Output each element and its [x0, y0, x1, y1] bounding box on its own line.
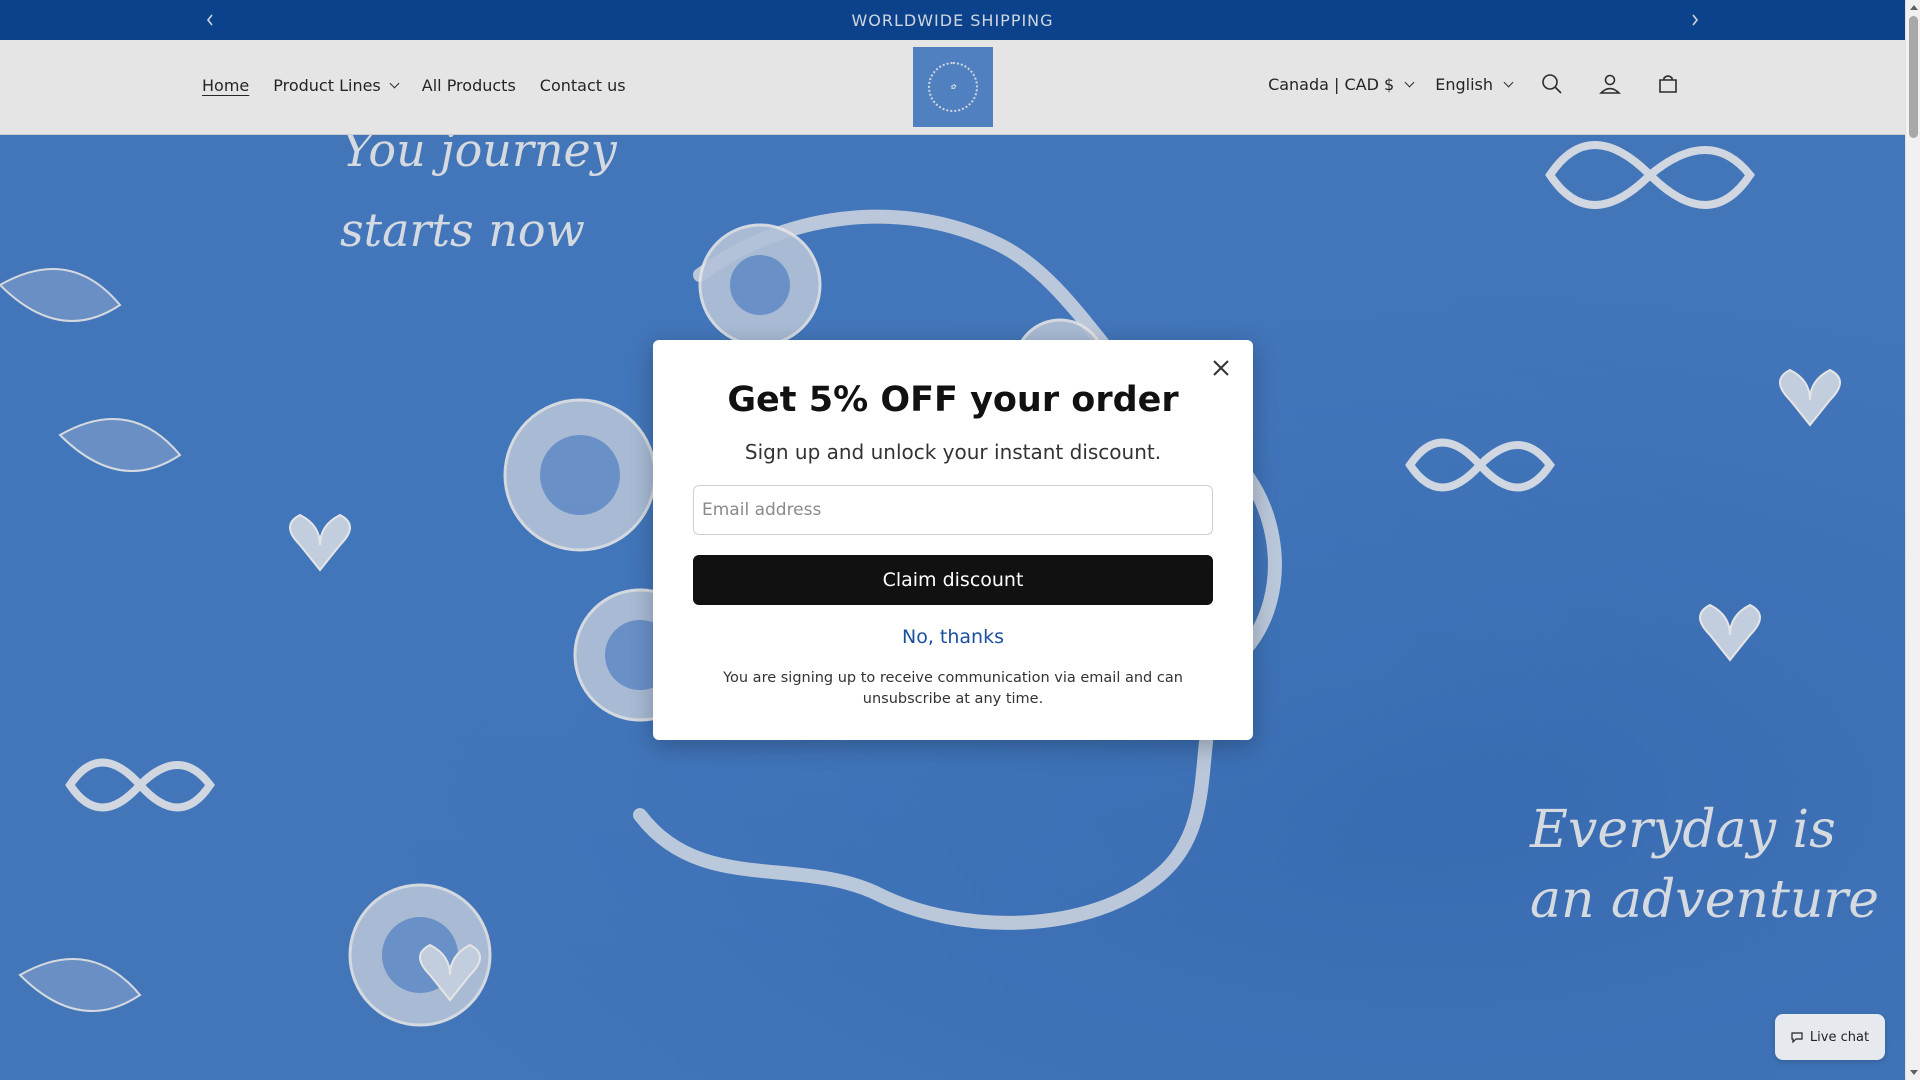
close-popup-button[interactable]: [1207, 354, 1235, 382]
chat-bubble-icon: [1791, 1032, 1803, 1043]
scrollbar-thumb[interactable]: [1909, 16, 1918, 138]
popup-title: Get 5% OFF your order: [727, 380, 1179, 420]
popup-legal-text: You are signing up to receive communicat…: [723, 670, 1183, 707]
scroll-up-arrow-icon[interactable]: [1910, 5, 1918, 10]
claim-discount-button[interactable]: Claim discount: [693, 555, 1213, 605]
email-field[interactable]: [693, 485, 1213, 535]
scroll-down-arrow-icon[interactable]: [1910, 1070, 1918, 1075]
close-icon: [1213, 360, 1229, 376]
page-scrollbar[interactable]: [1905, 0, 1920, 1080]
live-chat-button[interactable]: Live chat: [1775, 1014, 1885, 1060]
decline-link[interactable]: No, thanks: [653, 626, 1253, 648]
live-chat-label: Live chat: [1809, 1029, 1870, 1045]
popup-subtitle: Sign up and unlock your instant discount…: [744, 440, 1162, 464]
discount-popup: Get 5% OFF your order Sign up and unlock…: [653, 340, 1253, 740]
